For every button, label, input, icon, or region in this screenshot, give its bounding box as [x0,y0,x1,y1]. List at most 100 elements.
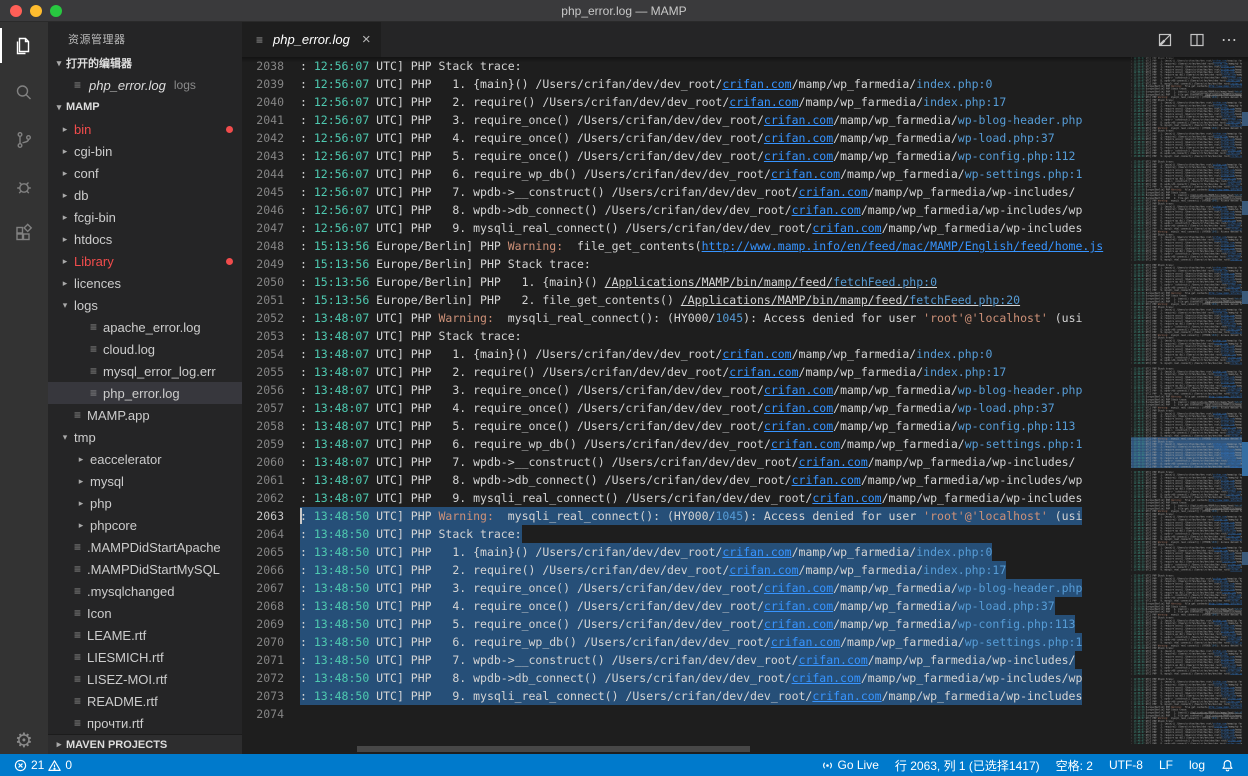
tree-file-LIESMICH.rtf[interactable]: ≡ LIESMICH.rtf [48,646,242,668]
line-text: : 12:56:07 UTC] PHP 5. require_once() /U… [300,149,1076,163]
minimap[interactable]: : 12:56:07 UTC] PHP Stack trace:: 12:56:… [1131,57,1242,744]
tree-file-.MAMPDidStartMySQL[interactable]: ≡ .MAMPDidStartMySQL [48,558,242,580]
log-line-2046[interactable]: 2046: 12:56:07 UTC] PHP 8. wpdb->db_conn… [242,201,1131,219]
notifications-bell[interactable] [1217,759,1238,772]
log-line-2041[interactable]: 2041: 12:56:07 UTC] PHP 3. require_once(… [242,111,1131,129]
log-line-2053[interactable]: 2053: 13:48:07 UTC] PHP Stack trace: [242,327,1131,345]
open-changes-icon[interactable] [1157,32,1173,48]
search-icon[interactable] [0,69,48,116]
log-line-2038[interactable]: 2038: 12:56:07 UTC] PHP Stack trace: [242,57,1131,75]
log-line-2065[interactable]: 2065: 13:48:50 UTC] PHP 1. {main}() /Use… [242,543,1131,561]
log-line-2064[interactable]: 2064: 13:48:50 UTC] PHP Stack trace: [242,525,1131,543]
tree-item-label: LEAME.rtf [87,627,147,643]
log-line-2069[interactable]: 2069: 13:48:50 UTC] PHP 5. require_once(… [242,615,1131,633]
log-line-2049[interactable]: 2049: 15:13:56 Europe/Berlin] PHP Stack … [242,255,1131,273]
log-line-2058[interactable]: 2058: 13:48:07 UTC] PHP 5. require_once(… [242,417,1131,435]
log-line-2063[interactable]: 2063: 13:48:50 UTC] PHP Warning: mysqli_… [242,507,1131,525]
tree-folder-cgi-bin[interactable]: ▸ cgi-bin [48,140,242,162]
log-line-2042[interactable]: 2042: 12:56:07 UTC] PHP 4. require_once(… [242,129,1131,147]
error-count: 21 [31,758,45,772]
log-line-2059[interactable]: 2059: 13:48:07 UTC] PHP 6. require_wp_db… [242,435,1131,453]
log-line-2043[interactable]: 2043: 12:56:07 UTC] PHP 5. require_once(… [242,147,1131,165]
log-line-2039[interactable]: 2039: 12:56:07 UTC] PHP 1. {main}() /Use… [242,75,1131,93]
minimize-window-button[interactable] [30,5,42,17]
cursor-position[interactable]: 行 2063, 列 1 (已选择1417) [891,757,1044,774]
problems-indicator[interactable]: 21 0 [10,758,76,772]
tree-file-Icon[interactable]: ≡ Icon [48,602,242,624]
tree-file-cloud.log[interactable]: ≡ cloud.log [48,338,242,360]
encoding-indicator[interactable]: UTF-8 [1105,758,1147,772]
folder-section-header[interactable]: ▾ MAMP [48,96,242,118]
maven-projects-header[interactable]: ▸ MAVEN PROJECTS [48,734,242,754]
log-line-2052[interactable]: 2052: 13:48:07 UTC] PHP Warning: mysqli_… [242,309,1131,327]
language-mode[interactable]: log [1185,758,1209,772]
tree-folder-mysql[interactable]: ▸ mysql [48,470,242,492]
tree-folder-logs[interactable]: ▾ logs [48,294,242,316]
tree-folder-tmp[interactable]: ▾ tmp [48,426,242,448]
log-line-2068[interactable]: 2068: 13:48:50 UTC] PHP 4. require_once(… [242,597,1131,615]
indentation-indicator[interactable]: 空格: 2 [1052,757,1097,774]
tree-file-php_error.log[interactable]: ≡ php_error.log [48,382,242,404]
log-line-2047[interactable]: 2047: 12:56:07 UTC] PHP 9. mysqli_real_c… [242,219,1131,237]
log-line-2045[interactable]: 2045: 12:56:07 UTC] PHP 7. wpdb->__const… [242,183,1131,201]
tab-bar: ≡ php_error.log × ⋯ [242,22,1248,57]
log-line-2060[interactable]: 2060: 13:48:07 UTC] PHP 7. wpdb->__const… [242,453,1131,471]
tree-file-.MAMPDidStartApache[interactable]: ≡ .MAMPDidStartApache [48,536,242,558]
log-line-2062[interactable]: 2062: 13:48:07 UTC] PHP 9. mysqli_real_c… [242,489,1131,507]
log-line-2061[interactable]: 2061: 13:48:07 UTC] PHP 8. wpdb->db_conn… [242,471,1131,489]
overview-ruler[interactable] [1242,57,1248,744]
extensions-icon[interactable] [0,210,48,257]
tree-file-apache_error.log[interactable]: ≡ apache_error.log [48,316,242,338]
open-editors-header[interactable]: ▾ 打开的编辑器 [48,52,242,74]
tab-php-error-log[interactable]: ≡ php_error.log × [242,22,381,57]
close-tab-icon[interactable]: × [362,31,371,48]
log-line-2055[interactable]: 2055: 13:48:07 UTC] PHP 2. require() /Us… [242,363,1131,381]
tree-file-LEAME.rtf[interactable]: ≡ LEAME.rtf [48,624,242,646]
log-file-icon: ≡ [255,32,263,47]
tree-folder-licences[interactable]: ▸ licences [48,272,242,294]
tree-folder-htdocs[interactable]: ▸ htdocs [48,228,242,250]
tree-file-прочти.rtf[interactable]: ≡ прочти.rtf [48,712,242,734]
log-line-2051[interactable]: 2051: 15:13:56 Europe/Berlin] PHP 2. fil… [242,291,1131,309]
zoom-window-button[interactable] [50,5,62,17]
debug-icon[interactable] [0,163,48,210]
log-line-2074[interactable]: 2074 [242,705,1131,723]
log-line-2040[interactable]: 2040: 12:56:07 UTC] PHP 2. require() /Us… [242,93,1131,111]
tree-file-README.rtf[interactable]: ≡ README.rtf [48,690,242,712]
log-line-2073[interactable]: 2073: 13:48:50 UTC] PHP 9. mysqli_real_c… [242,687,1131,705]
tree-folder-bin[interactable]: ▸ bin [48,118,242,140]
tree-file-LISEZ-MOI.rtf[interactable]: ≡ LISEZ-MOI.rtf [48,668,242,690]
tree-folder-Library[interactable]: ▸ Library [48,250,242,272]
eol-indicator[interactable]: LF [1155,758,1177,772]
log-line-2071[interactable]: 2071: 13:48:50 UTC] PHP 7. wpdb->__const… [242,651,1131,669]
tree-file-mysql_error_log.err[interactable]: ≡ mysql_error_log.err [48,360,242,382]
tree-folder-eaccelerator[interactable]: ▸ eaccelerator [48,448,242,470]
tree-folder-php[interactable]: ▸ php [48,492,242,514]
close-window-button[interactable] [10,5,22,17]
source-control-icon[interactable] [0,116,48,163]
log-line-2057[interactable]: 2057: 13:48:07 UTC] PHP 4. require_once(… [242,399,1131,417]
tree-file-MAMP.app[interactable]: ≡ MAMP.app [48,404,242,426]
log-line-2054[interactable]: 2054: 13:48:07 UTC] PHP 1. {main}() /Use… [242,345,1131,363]
open-editor-item-php-error-log[interactable]: ≡ php_error.log logs [48,74,242,96]
manage-gear-icon[interactable]: ⚙ [15,728,33,752]
log-line-2048[interactable]: 2048: 15:13:56 Europe/Berlin] PHP Warnin… [242,237,1131,255]
log-line-2044[interactable]: 2044: 12:56:07 UTC] PHP 6. require_wp_db… [242,165,1131,183]
log-line-2066[interactable]: 2066: 13:48:50 UTC] PHP 2. require() /Us… [242,561,1131,579]
chevron-right-icon: ▸ [56,739,62,749]
log-line-2072[interactable]: 2072: 13:48:50 UTC] PHP 8. wpdb->db_conn… [242,669,1131,687]
tree-folder-fcgi-bin[interactable]: ▸ fcgi-bin [48,206,242,228]
go-live-button[interactable]: Go Live [817,758,883,772]
tree-folder-phpcore[interactable]: ▸ phpcore [48,514,242,536]
tree-file-.mysqlchanged[interactable]: ≡ .mysqlchanged [48,580,242,602]
more-actions-icon[interactable]: ⋯ [1221,30,1238,50]
tree-folder-conf[interactable]: ▸ conf [48,162,242,184]
log-line-2056[interactable]: 2056: 13:48:07 UTC] PHP 3. require_once(… [242,381,1131,399]
explorer-icon[interactable] [0,22,48,69]
log-line-2070[interactable]: 2070: 13:48:50 UTC] PHP 6. require_wp_db… [242,633,1131,651]
log-line-2050[interactable]: 2050: 15:13:56 Europe/Berlin] PHP 1. {ma… [242,273,1131,291]
split-editor-icon[interactable] [1189,32,1205,48]
tree-folder-db[interactable]: ▸ db [48,184,242,206]
log-line-2067[interactable]: 2067: 13:48:50 UTC] PHP 3. require_once(… [242,579,1131,597]
horizontal-scrollbar-thumb[interactable] [357,746,750,752]
